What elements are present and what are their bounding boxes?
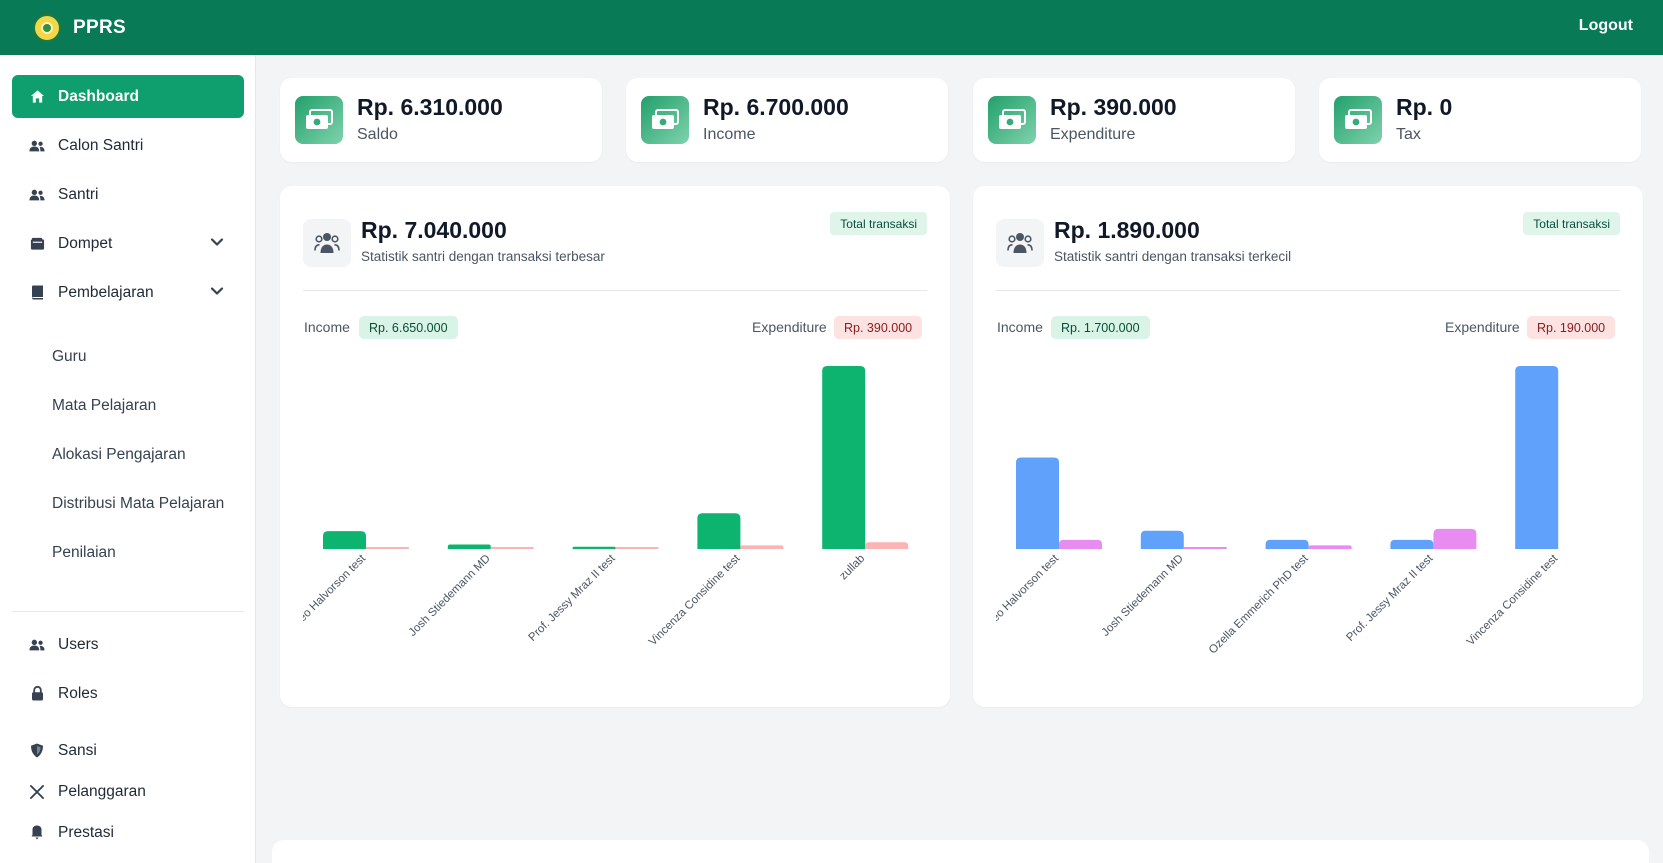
sidebar-subitem-alokasi-pengajaran[interactable]: Alokasi Pengajaran xyxy=(52,440,186,470)
x-tick-label: Prof. Jessy Mraz II test xyxy=(1344,552,1436,644)
logout-button[interactable]: Logout xyxy=(1579,17,1633,35)
x-tick-label: Vincenza Considine test xyxy=(1465,552,1561,648)
x-tick-label: zullab xyxy=(838,553,868,583)
sidebar-item-roles[interactable]: Roles xyxy=(12,672,244,715)
income-bar[interactable] xyxy=(1265,539,1309,549)
income-bar[interactable] xyxy=(822,366,866,549)
wallet-icon xyxy=(28,235,46,253)
users-icon xyxy=(28,186,46,204)
bar-chart-smallest: Leo Halvorson test Josh Stiedemann MD Ozel… xyxy=(985,366,1561,656)
expenditure-bar[interactable] xyxy=(490,547,534,549)
sidebar-item-label: Santri xyxy=(58,185,99,203)
sidebar-item-label: Pembelajaran xyxy=(58,283,154,301)
income-bar[interactable] xyxy=(1390,539,1434,549)
x-tick-label: Ozella Emmerich PhD test xyxy=(1207,552,1311,656)
sidebar-item-label: Roles xyxy=(58,684,98,702)
sidebar-item-dashboard[interactable]: Dashboard xyxy=(12,75,244,118)
sidebar-item-pembelajaran[interactable]: Pembelajaran xyxy=(12,271,244,314)
stat-card-expenditure: Rp. 390.000 Expenditure xyxy=(973,78,1295,162)
stat-label: Expenditure xyxy=(1050,126,1136,143)
sidebar-item-label: Sansi xyxy=(58,741,97,759)
expenditure-bar[interactable] xyxy=(1433,528,1477,549)
sidebar-item-prestasi[interactable]: Prestasi xyxy=(12,811,244,854)
chart-card-largest: Rp. 7.040.000 Statistik santri dengan tr… xyxy=(280,186,950,707)
stat-card-tax: Rp. 0 Tax xyxy=(1319,78,1641,162)
money-icon xyxy=(641,96,689,144)
income-bar[interactable] xyxy=(697,513,741,549)
stat-value: Rp. 6.700.000 xyxy=(703,94,849,120)
sidebar-item-label: Pelanggaran xyxy=(58,782,146,800)
app-name: PPRS xyxy=(73,16,126,38)
stat-value: Rp. 0 xyxy=(1396,94,1453,120)
x-tick-label: Josh Stiedemann MD xyxy=(407,553,493,639)
stat-label: Income xyxy=(703,126,756,143)
money-icon xyxy=(1334,96,1382,144)
stat-card-income: Rp. 6.700.000 Income xyxy=(626,78,948,162)
x-tick-label: Prof. Jessy Mraz II test xyxy=(527,552,619,644)
sidebar-item-label: Prestasi xyxy=(58,823,114,841)
chart-card-smallest: Rp. 1.890.000 Statistik santri dengan tr… xyxy=(973,186,1643,707)
shield-icon xyxy=(28,742,46,760)
sidebar: Dashboard Calon Santri Santri Dompet Pem… xyxy=(0,55,256,863)
sidebar-item-santri[interactable]: Santri xyxy=(12,173,244,216)
sidebar-item-pelanggaran[interactable]: Pelanggaran xyxy=(12,770,244,813)
income-bar[interactable] xyxy=(1016,457,1059,550)
expenditure-bar[interactable] xyxy=(865,542,909,549)
sidebar-item-label: Calon Santri xyxy=(58,136,144,154)
users-icon xyxy=(28,636,46,654)
sidebar-divider xyxy=(12,611,244,612)
logo-icon xyxy=(33,13,61,42)
brand[interactable]: PPRS xyxy=(33,13,126,42)
x-icon xyxy=(28,783,46,801)
expenditure-bar[interactable] xyxy=(740,545,784,549)
stat-value: Rp. 6.310.000 xyxy=(357,94,503,120)
bottom-card xyxy=(272,840,1649,863)
stat-label: Saldo xyxy=(357,126,398,143)
x-tick-label: Leo Halvorson test xyxy=(985,552,1062,629)
expenditure-bar[interactable] xyxy=(1308,545,1352,549)
sidebar-subitem-mata-pelajaran[interactable]: Mata Pelajaran xyxy=(52,391,156,421)
sidebar-subitem-distribusi-mata-pelajaran[interactable]: Distribusi Mata Pelajaran xyxy=(52,489,224,519)
money-icon xyxy=(988,96,1036,144)
sidebar-item-sansi[interactable]: Sansi xyxy=(12,729,244,772)
income-bar[interactable] xyxy=(1140,530,1184,549)
stat-label: Tax xyxy=(1396,126,1421,143)
sidebar-item-calon-santri[interactable]: Calon Santri xyxy=(12,124,244,167)
lock-icon xyxy=(28,685,46,703)
award-icon xyxy=(28,824,46,842)
sidebar-item-label: Dashboard xyxy=(58,87,139,105)
x-tick-label: Leo Halvorson test xyxy=(292,552,369,629)
sidebar-item-users[interactable]: Users xyxy=(12,623,244,666)
book-icon xyxy=(28,284,46,302)
sidebar-item-label: Dompet xyxy=(58,234,113,252)
sidebar-subitem-penilaian[interactable]: Penilaian xyxy=(52,538,116,568)
expenditure-bar[interactable] xyxy=(615,547,659,549)
sidebar-subitem-guru[interactable]: Guru xyxy=(52,342,86,372)
top-navbar: PPRS Logout xyxy=(0,0,1663,55)
home-icon xyxy=(28,88,46,106)
income-bar[interactable] xyxy=(1515,366,1559,549)
expenditure-bar[interactable] xyxy=(1059,539,1102,549)
income-bar[interactable] xyxy=(323,531,366,549)
expenditure-bar[interactable] xyxy=(1183,547,1227,549)
money-icon xyxy=(295,96,343,144)
x-tick-label: Josh Stiedemann MD xyxy=(1100,553,1186,639)
stat-card-saldo: Rp. 6.310.000 Saldo xyxy=(280,78,602,162)
bar-chart-largest: Leo Halvorson test Josh Stiedemann MD Prof… xyxy=(292,366,909,648)
chevron-down-icon[interactable] xyxy=(210,284,224,303)
stat-value: Rp. 390.000 xyxy=(1050,94,1177,120)
sidebar-item-label: Users xyxy=(58,635,99,653)
chevron-down-icon[interactable] xyxy=(210,235,224,254)
income-bar[interactable] xyxy=(447,544,491,549)
users-icon xyxy=(28,137,46,155)
x-tick-label: Vincenza Considine test xyxy=(647,552,743,648)
expenditure-bar[interactable] xyxy=(366,547,409,549)
sidebar-item-dompet[interactable]: Dompet xyxy=(12,222,244,265)
income-bar[interactable] xyxy=(572,546,616,549)
